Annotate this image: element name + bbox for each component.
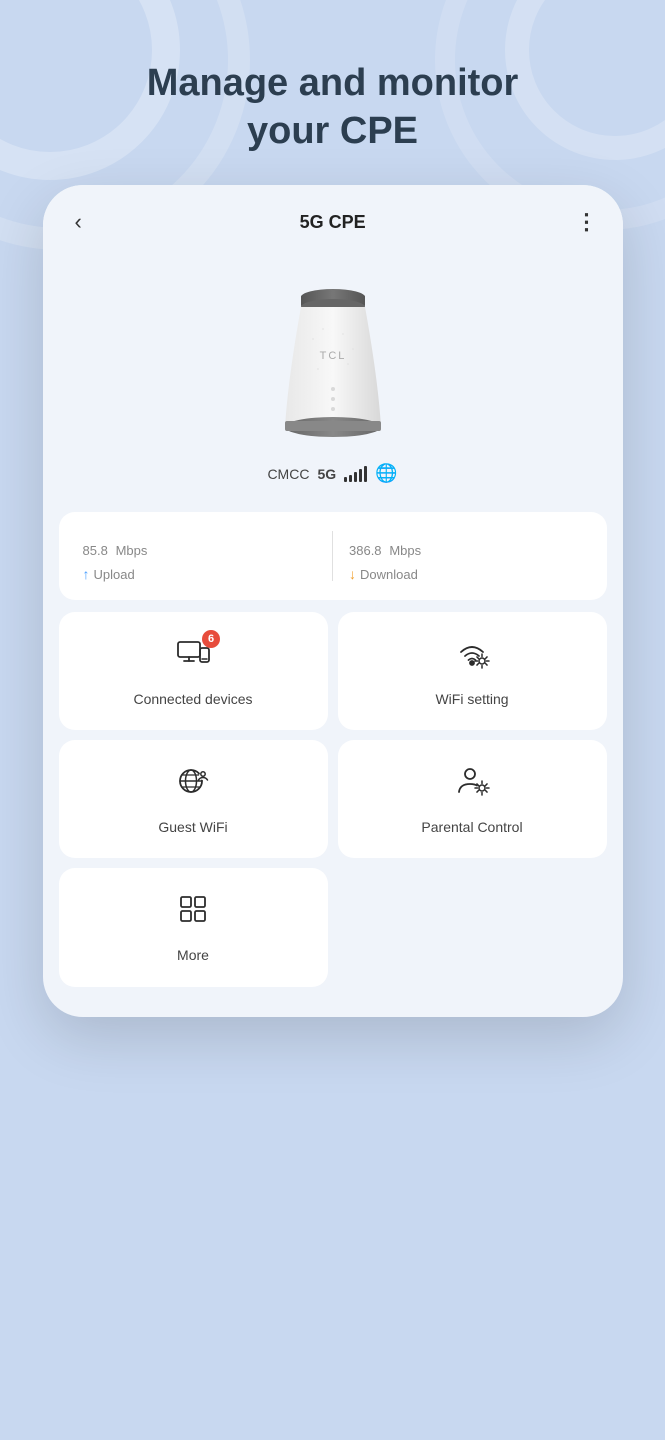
parental-control-label: Parental Control: [421, 818, 522, 836]
connected-devices-badge: 6: [202, 630, 220, 648]
download-value: 386.8: [349, 543, 382, 558]
phone-frame: ‹ 5G CPE ⋮: [43, 185, 623, 1017]
upload-label: Upload: [94, 567, 135, 582]
feature-grid: 6 Connected devices: [59, 612, 607, 858]
connected-devices-card[interactable]: 6 Connected devices: [59, 612, 328, 730]
screen-title: 5G CPE: [300, 212, 366, 233]
download-speed: 386.8 Mbps ↓ Download: [349, 530, 583, 582]
network-type: 5G: [317, 466, 336, 482]
wifi-setting-label: WiFi setting: [435, 690, 508, 708]
guest-wifi-card[interactable]: Guest WiFi: [59, 740, 328, 858]
parental-control-icon: [453, 762, 491, 808]
speed-card: 85.8 Mbps ↑ Upload 386.8 Mbps ↓ Download: [59, 512, 607, 600]
guest-wifi-icon: [174, 762, 212, 808]
carrier-name: CMCC: [267, 466, 309, 482]
back-button[interactable]: ‹: [67, 205, 90, 239]
signal-bars: [344, 466, 367, 482]
page-title: Manage and monitor your CPE: [0, 0, 665, 185]
upload-value: 85.8: [83, 543, 108, 558]
more-menu-button[interactable]: ⋮: [575, 209, 598, 235]
bottom-row: More: [59, 868, 607, 986]
phone-header: ‹ 5G CPE ⋮: [43, 185, 623, 249]
guest-wifi-label: Guest WiFi: [158, 818, 227, 836]
more-card[interactable]: More: [59, 868, 328, 986]
more-icon: [174, 890, 212, 936]
upload-unit: Mbps: [116, 543, 148, 558]
parental-control-card[interactable]: Parental Control: [338, 740, 607, 858]
download-arrow-icon: ↓: [349, 566, 356, 582]
connected-devices-label: Connected devices: [133, 690, 252, 708]
svg-text:TCL: TCL: [319, 350, 346, 362]
download-label: Download: [360, 567, 418, 582]
upload-arrow-icon: ↑: [83, 566, 90, 582]
device-image-area: TCL CMCC 5G: [43, 249, 623, 500]
router-image: TCL: [233, 259, 433, 459]
network-info: CMCC 5G 🌐: [267, 463, 397, 484]
more-label: More: [177, 946, 209, 964]
empty-cell: [338, 868, 607, 986]
wifi-setting-card[interactable]: WiFi setting: [338, 612, 607, 730]
wifi-setting-icon: [453, 634, 491, 680]
speed-divider: [332, 531, 333, 581]
upload-speed: 85.8 Mbps ↑ Upload: [83, 530, 317, 582]
download-unit: Mbps: [389, 543, 421, 558]
connected-devices-icon: 6: [174, 634, 212, 680]
globe-icon: 🌐: [375, 463, 397, 484]
